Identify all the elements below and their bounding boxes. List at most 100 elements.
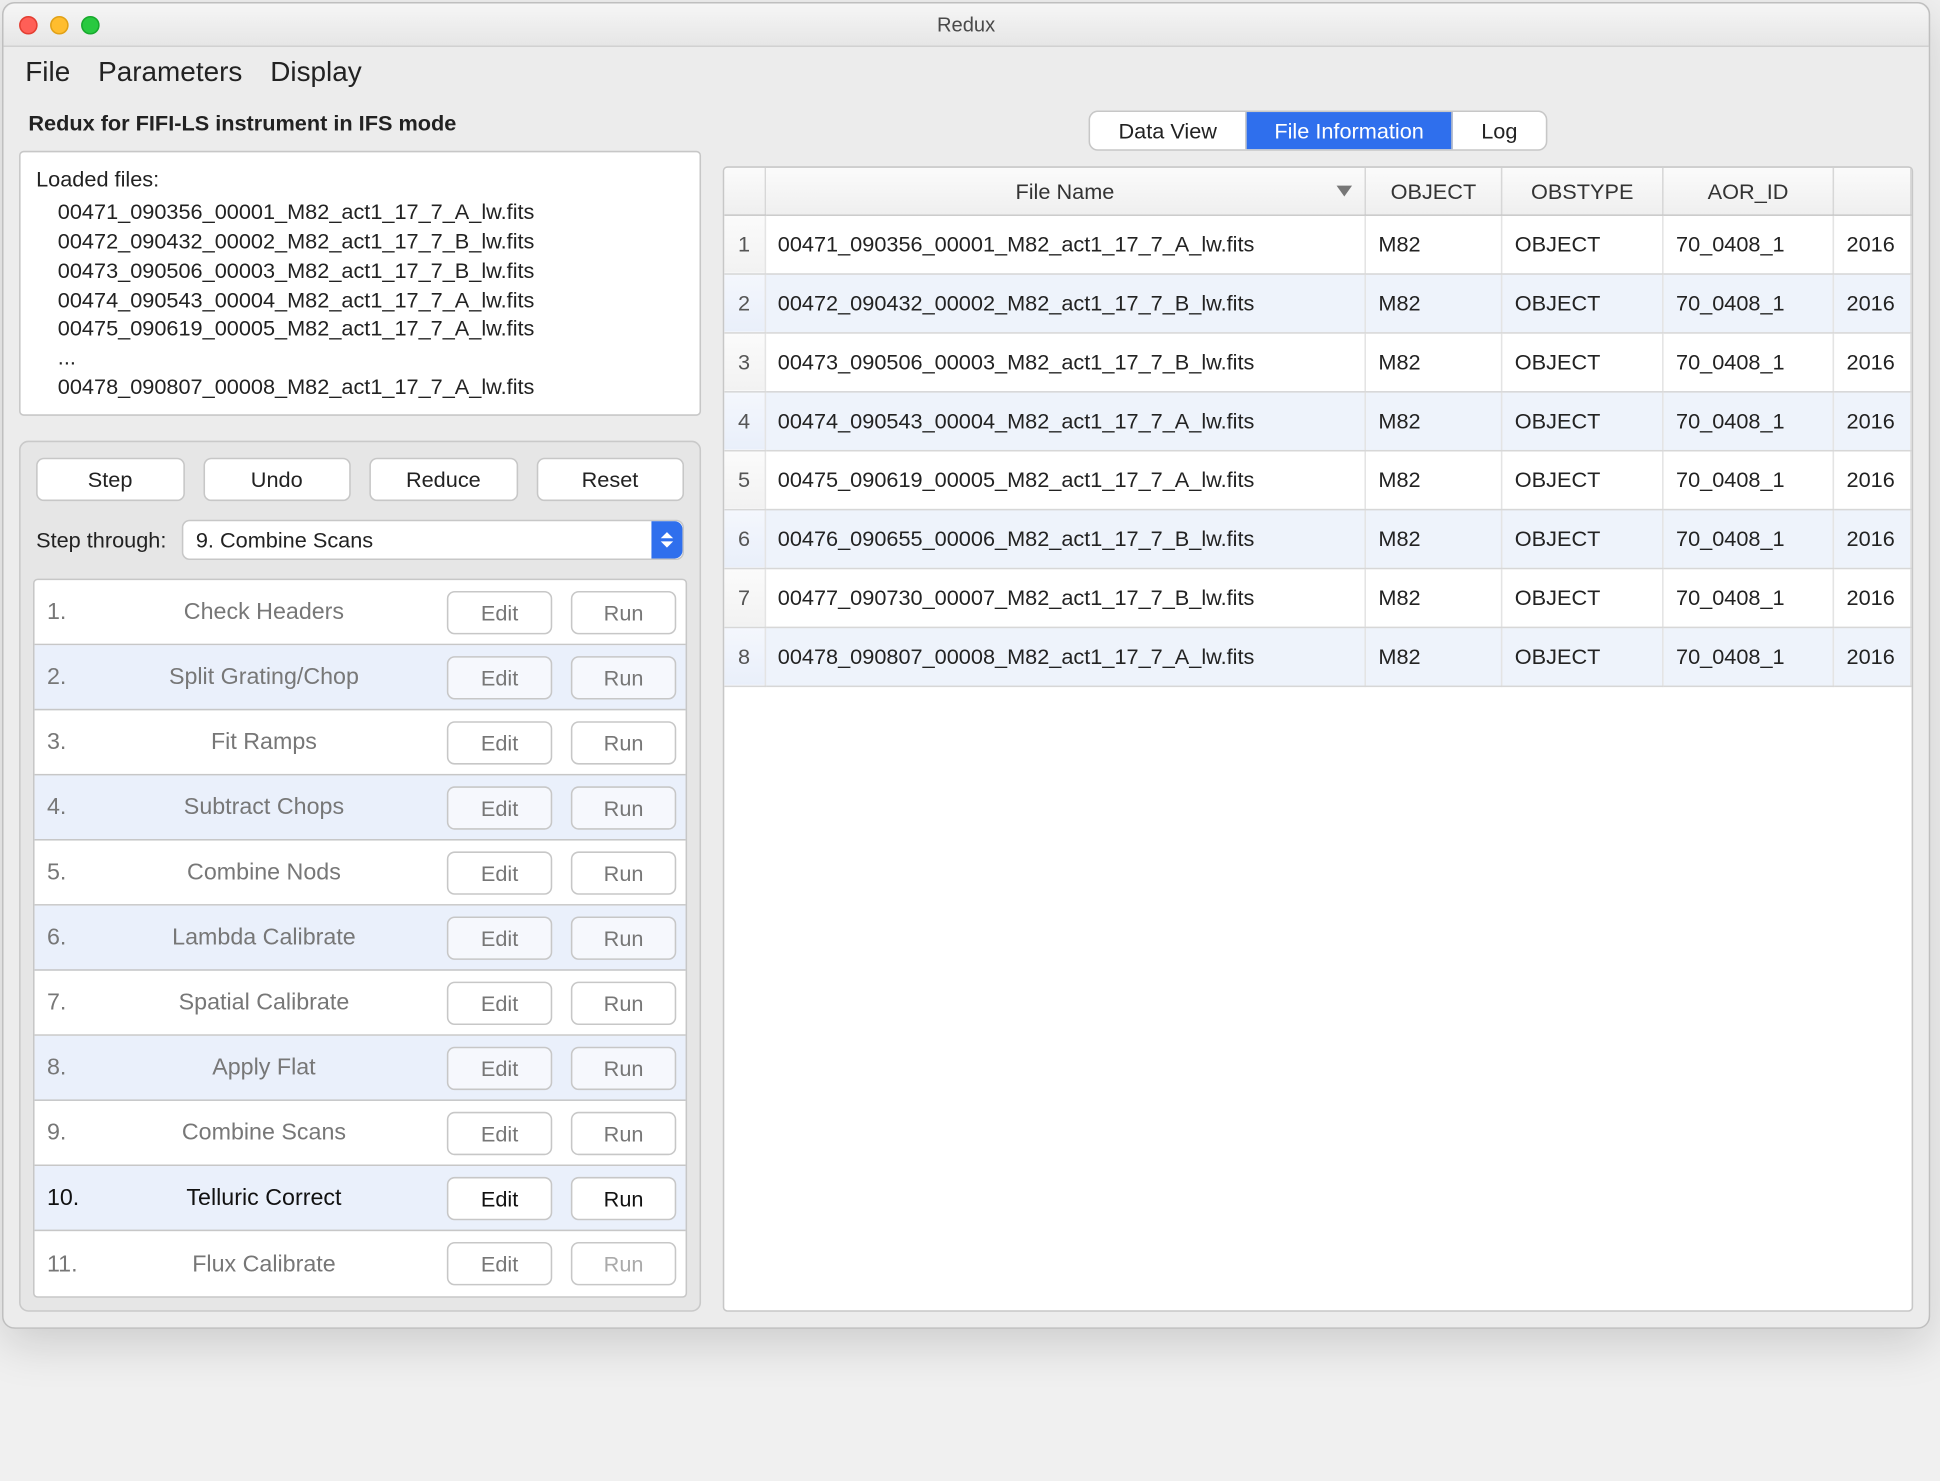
table-row[interactable]: 600476_090655_00006_M82_act1_17_7_B_lw.f…: [724, 509, 1911, 568]
cell-obstype: OBJECT: [1502, 509, 1663, 568]
step-run-button[interactable]: Run: [571, 851, 676, 894]
col-header-aor-id[interactable]: AOR_ID: [1663, 168, 1834, 215]
cell-row-index: 4: [724, 391, 764, 450]
cell-object: M82: [1365, 273, 1501, 332]
step-name: Telluric Correct: [100, 1185, 429, 1211]
cell-aor-id: 70_0408_1: [1663, 627, 1834, 686]
cell-obstype: OBJECT: [1502, 273, 1663, 332]
step-name: Combine Scans: [100, 1120, 429, 1146]
cell-extra: 2016: [1833, 450, 1911, 509]
undo-button[interactable]: Undo: [203, 458, 351, 501]
step-run-button[interactable]: Run: [571, 656, 676, 699]
loaded-file-line: 00472_090432_00002_M82_act1_17_7_B_lw.fi…: [36, 226, 684, 255]
cell-extra: 2016: [1833, 332, 1911, 391]
cell-file-name: 00477_090730_00007_M82_act1_17_7_B_lw.fi…: [765, 568, 1366, 627]
step-edit-button[interactable]: Edit: [447, 981, 552, 1024]
step-number: 9.: [47, 1120, 90, 1146]
loaded-file-line: 00471_090356_00001_M82_act1_17_7_A_lw.fi…: [36, 197, 684, 226]
step-name: Lambda Calibrate: [100, 924, 429, 950]
step-run-button[interactable]: Run: [571, 721, 676, 764]
table-row[interactable]: 400474_090543_00004_M82_act1_17_7_A_lw.f…: [724, 391, 1911, 450]
step-through-select[interactable]: 9. Combine Scans: [182, 520, 684, 560]
cell-obstype: OBJECT: [1502, 568, 1663, 627]
loaded-file-line: 00473_090506_00003_M82_act1_17_7_B_lw.fi…: [36, 256, 684, 285]
step-name: Flux Calibrate: [100, 1251, 429, 1277]
cell-extra: 2016: [1833, 509, 1911, 568]
step-edit-button[interactable]: Edit: [447, 1046, 552, 1089]
table-row[interactable]: 800478_090807_00008_M82_act1_17_7_A_lw.f…: [724, 627, 1911, 686]
cell-aor-id: 70_0408_1: [1663, 450, 1834, 509]
step-number: 8.: [47, 1055, 90, 1081]
col-header-obstype[interactable]: OBSTYPE: [1502, 168, 1663, 215]
step-run-button[interactable]: Run: [571, 1242, 676, 1285]
loaded-file-line: 00475_090619_00005_M82_act1_17_7_A_lw.fi…: [36, 314, 684, 343]
step-run-button[interactable]: Run: [571, 786, 676, 829]
table-row[interactable]: 700477_090730_00007_M82_act1_17_7_B_lw.f…: [724, 568, 1911, 627]
window-title: Redux: [4, 13, 1929, 36]
tab-segment: Data View File Information Log: [1089, 111, 1547, 151]
loaded-file-line: 00474_090543_00004_M82_act1_17_7_A_lw.fi…: [36, 285, 684, 314]
step-name: Fit Ramps: [100, 729, 429, 755]
col-header-file-name[interactable]: File Name: [765, 168, 1366, 215]
step-edit-button[interactable]: Edit: [447, 656, 552, 699]
step-edit-button[interactable]: Edit: [447, 1242, 552, 1285]
col-header-extra[interactable]: [1833, 168, 1911, 215]
tab-log[interactable]: Log: [1453, 112, 1545, 149]
step-number: 1.: [47, 599, 90, 625]
loaded-file-line: 00478_090807_00008_M82_act1_17_7_A_lw.fi…: [36, 373, 684, 402]
menu-display[interactable]: Display: [270, 56, 361, 89]
pipeline-steps-list: 1.Check HeadersEditRun2.Split Grating/Ch…: [33, 579, 687, 1298]
cell-obstype: OBJECT: [1502, 450, 1663, 509]
step-run-button[interactable]: Run: [571, 916, 676, 959]
step-edit-button[interactable]: Edit: [447, 1176, 552, 1219]
step-through-row: Step through: 9. Combine Scans: [33, 520, 687, 579]
step-edit-button[interactable]: Edit: [447, 590, 552, 633]
cell-object: M82: [1365, 214, 1501, 273]
reduce-button[interactable]: Reduce: [369, 458, 517, 501]
step-run-button[interactable]: Run: [571, 1111, 676, 1154]
pipeline-step-row: 10.Telluric CorrectEditRun: [35, 1166, 686, 1231]
step-run-button[interactable]: Run: [571, 590, 676, 633]
pipeline-step-row: 11.Flux CalibrateEditRun: [35, 1231, 686, 1296]
cell-aor-id: 70_0408_1: [1663, 568, 1834, 627]
cell-object: M82: [1365, 332, 1501, 391]
loaded-files-box: Loaded files: 00471_090356_00001_M82_act…: [19, 151, 701, 416]
step-number: 4.: [47, 794, 90, 820]
col-header-rownum[interactable]: [724, 168, 764, 215]
cell-obstype: OBJECT: [1502, 214, 1663, 273]
menu-file[interactable]: File: [25, 56, 70, 89]
reset-button[interactable]: Reset: [536, 458, 684, 501]
action-buttons: Step Undo Reduce Reset: [33, 458, 687, 520]
cell-object: M82: [1365, 568, 1501, 627]
step-button[interactable]: Step: [36, 458, 184, 501]
table-row[interactable]: 500475_090619_00005_M82_act1_17_7_A_lw.f…: [724, 450, 1911, 509]
step-number: 5.: [47, 859, 90, 885]
pipeline-step-row: 6.Lambda CalibrateEditRun: [35, 906, 686, 971]
step-run-button[interactable]: Run: [571, 1046, 676, 1089]
cell-row-index: 1: [724, 214, 764, 273]
titlebar: Redux: [4, 4, 1929, 47]
pipeline-step-row: 3.Fit RampsEditRun: [35, 711, 686, 776]
step-name: Split Grating/Chop: [100, 664, 429, 690]
cell-extra: 2016: [1833, 627, 1911, 686]
chevron-updown-icon: [651, 521, 682, 558]
sort-desc-icon: [1337, 185, 1353, 196]
step-edit-button[interactable]: Edit: [447, 916, 552, 959]
step-edit-button[interactable]: Edit: [447, 721, 552, 764]
menu-parameters[interactable]: Parameters: [98, 56, 242, 89]
table-row[interactable]: 300473_090506_00003_M82_act1_17_7_B_lw.f…: [724, 332, 1911, 391]
step-run-button[interactable]: Run: [571, 1176, 676, 1219]
step-edit-button[interactable]: Edit: [447, 786, 552, 829]
tab-file-information[interactable]: File Information: [1246, 112, 1453, 149]
step-edit-button[interactable]: Edit: [447, 1111, 552, 1154]
cell-file-name: 00471_090356_00001_M82_act1_17_7_A_lw.fi…: [765, 214, 1366, 273]
step-name: Combine Nods: [100, 859, 429, 885]
table-row[interactable]: 100471_090356_00001_M82_act1_17_7_A_lw.f…: [724, 214, 1911, 273]
table-row[interactable]: 200472_090432_00002_M82_act1_17_7_B_lw.f…: [724, 273, 1911, 332]
step-run-button[interactable]: Run: [571, 981, 676, 1024]
tab-data-view[interactable]: Data View: [1091, 112, 1247, 149]
app-window: Redux File Parameters Display Redux for …: [2, 2, 1930, 1329]
loaded-file-line: ...: [36, 344, 684, 373]
step-edit-button[interactable]: Edit: [447, 851, 552, 894]
col-header-object[interactable]: OBJECT: [1365, 168, 1501, 215]
